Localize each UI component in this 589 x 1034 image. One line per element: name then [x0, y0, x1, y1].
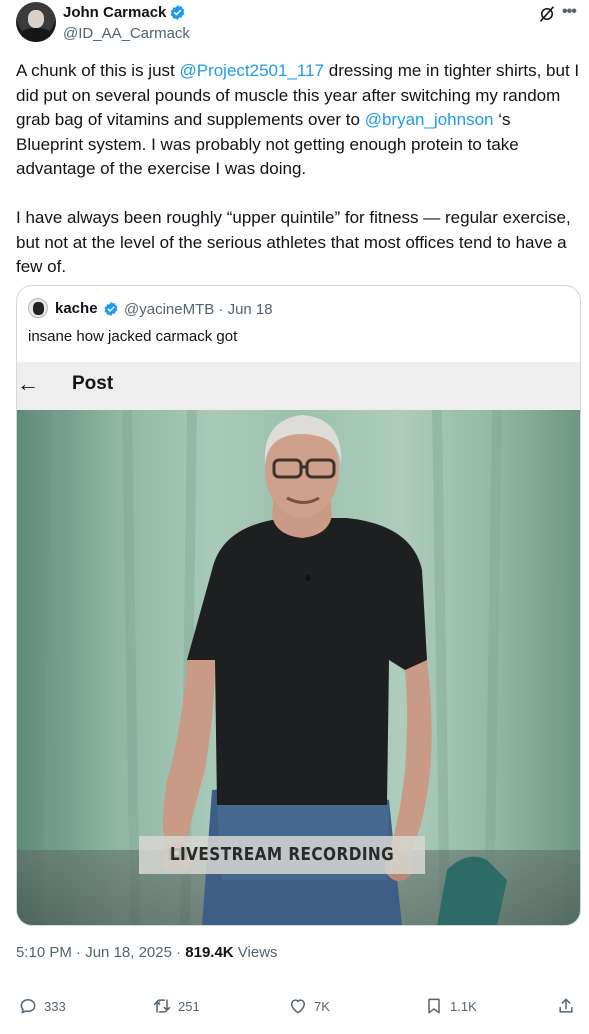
inner-post-title: Post: [72, 373, 114, 394]
bookmark-count: 1.1K: [450, 998, 477, 1014]
timestamp[interactable]: 5:10 PM · Jun 18, 2025 ·: [16, 944, 185, 961]
verified-badge-icon: [170, 5, 185, 20]
livestream-banner: LIVESTREAM RECORDING: [139, 836, 425, 874]
quote-text: insane how jacked carmack got: [28, 328, 238, 345]
reply-count: 333: [44, 998, 66, 1014]
views-label: Views: [233, 944, 278, 961]
quote-media[interactable]: ← Post LIVESTREAM RECORDING: [17, 362, 580, 925]
share-button[interactable]: [556, 993, 576, 1019]
bookmark-icon: [428, 998, 440, 1014]
author-name[interactable]: John Carmack: [63, 4, 166, 21]
tweet-text: A chunk of this is just @Project2501_117…: [16, 59, 582, 304]
repost-button[interactable]: 251: [152, 993, 200, 1019]
quote-avatar: [28, 298, 48, 318]
author-handle[interactable]: @ID_AA_Carmack: [63, 25, 190, 42]
tweet-meta: 5:10 PM · Jun 18, 2025 · 819.4K Views: [16, 944, 278, 961]
like-icon: [291, 999, 305, 1014]
mention-link[interactable]: @Project2501_117: [179, 61, 324, 80]
livestream-label: LIVESTREAM RECORDING: [169, 844, 395, 865]
like-button[interactable]: 7K: [288, 993, 330, 1019]
grok-icon[interactable]: [538, 5, 556, 23]
tweet-header: John Carmack @ID_AA_Carmack •••: [16, 0, 577, 52]
share-icon: [559, 998, 573, 1013]
mention-link[interactable]: @bryan_johnson: [365, 110, 494, 129]
repost-icon: [153, 999, 171, 1013]
text-span: A chunk of this is just: [16, 61, 180, 80]
like-count: 7K: [314, 998, 330, 1014]
tweet-paragraph: A chunk of this is just @Project2501_117…: [16, 59, 582, 182]
repost-count: 251: [178, 998, 200, 1014]
quote-author-name: kache: [55, 300, 98, 317]
bookmark-button[interactable]: 1.1K: [424, 993, 477, 1019]
text-span: I have always been roughly “upper quinti…: [16, 208, 571, 276]
quoted-tweet[interactable]: kache @yacineMTB · Jun 18 insane how jac…: [16, 285, 581, 926]
verified-badge-icon: [104, 302, 118, 316]
tweet-paragraph: I have always been roughly “upper quinti…: [16, 206, 582, 280]
back-arrow-icon: ←: [17, 371, 39, 396]
reply-button[interactable]: 333: [18, 993, 66, 1019]
views-count: 819.4K: [185, 944, 234, 961]
inner-post-header: ← Post: [17, 362, 580, 410]
author-avatar[interactable]: [16, 2, 56, 42]
more-icon[interactable]: •••: [562, 3, 577, 21]
quote-handle-date: @yacineMTB · Jun 18: [124, 301, 273, 318]
reply-icon: [20, 999, 36, 1014]
action-bar: 333 251 7K 1.1K: [16, 993, 581, 1019]
